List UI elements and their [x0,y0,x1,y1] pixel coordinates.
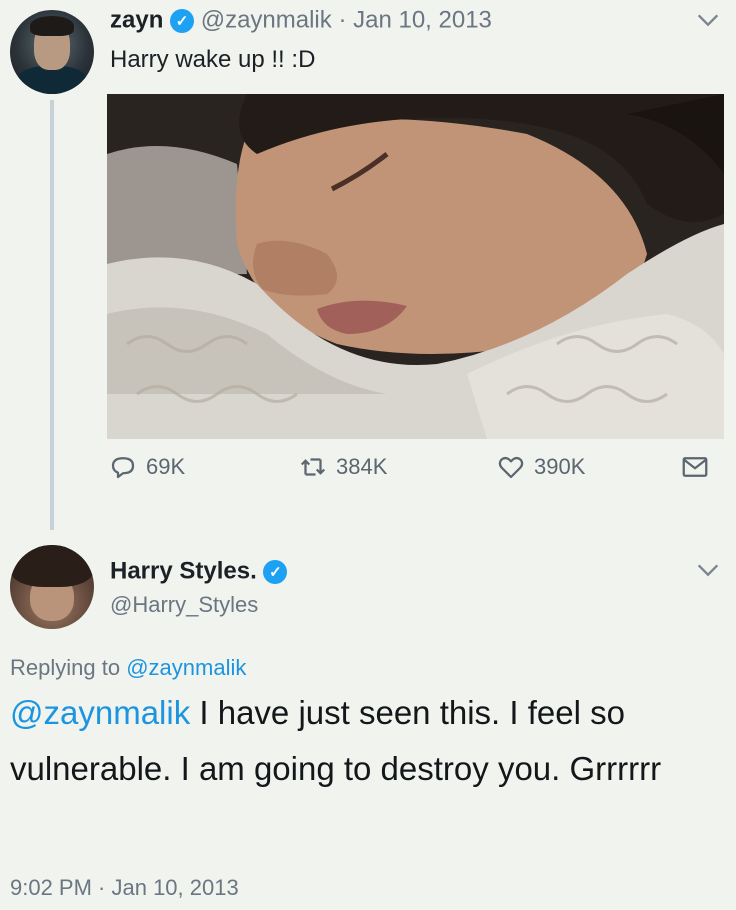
direct-message-button[interactable] [680,452,710,482]
reply-icon [111,457,135,479]
avatar-hair [10,545,94,587]
like-count: 390K [534,454,586,479]
replying-to-line: Replying to @zaynmalik [10,655,246,681]
replying-to-prefix: Replying to [10,655,121,680]
tweet-separator: · [338,6,347,34]
chevron-down-icon[interactable] [694,556,722,584]
tweet-text: Harry wake up !! :D [110,46,316,73]
tweet-author-name[interactable]: zayn [110,7,163,34]
tweet-author-handle[interactable]: @zaynmalik [201,7,332,34]
reply-button[interactable]: 69K [108,452,185,482]
avatar-body [16,66,88,94]
avatar-harry[interactable] [10,545,94,629]
tweet-header: zayn ✓ @zaynmalik · Jan 10, 2013 [110,6,492,35]
reply-timestamp[interactable]: 9:02 PM · Jan 10, 2013 [10,875,239,901]
replying-to-link[interactable]: @zaynmalik [126,655,246,680]
envelope-icon [682,457,708,477]
avatar-hair [30,16,74,36]
reply-author-name[interactable]: Harry Styles. [110,558,257,585]
reply-mention-link[interactable]: @zaynmalik [10,694,190,731]
verified-badge-icon: ✓ [263,559,288,584]
retweet-button[interactable]: 384K [298,452,387,482]
verified-badge-icon: ✓ [170,8,195,33]
retweet-count: 384K [336,454,388,479]
heart-icon [498,456,524,479]
reply-count: 69K [146,454,186,479]
retweet-icon [300,458,326,476]
reply-text: @zaynmalik I have just seen this. I feel… [10,685,725,797]
like-button[interactable]: 390K [496,452,585,482]
reply-author-handle[interactable]: @Harry_Styles [110,592,258,618]
thread-line [50,100,54,530]
tweet-date[interactable]: Jan 10, 2013 [353,7,492,34]
tweet-photo[interactable] [107,94,724,439]
avatar-zayn[interactable] [10,10,94,94]
chevron-down-icon[interactable] [694,6,722,34]
reply-author-row: Harry Styles. ✓ [110,557,288,586]
